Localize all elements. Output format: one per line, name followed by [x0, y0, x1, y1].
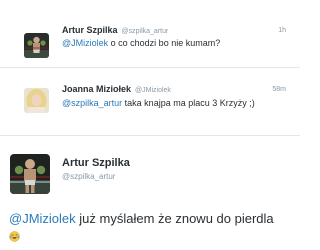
mention-link[interactable]: @szpilka_artur [62, 98, 122, 108]
tweet-author-handle[interactable]: @JMiziolek [135, 87, 171, 94]
tweet-author-handle[interactable]: @szpilka_artur [122, 28, 169, 35]
woman-avatar-icon [24, 88, 49, 113]
main-author-name[interactable]: Artur Szpilka [62, 157, 130, 169]
joanna-avatar[interactable] [24, 88, 49, 113]
tweet-author-name[interactable]: Joanna Miziołek @JMiziolek [62, 84, 171, 94]
thread-tweet-artur[interactable]: Artur Szpilka @szpilka_artur 1h @JMiziole… [0, 0, 300, 68]
tweet-timestamp[interactable]: 58m [272, 86, 286, 93]
artur-avatar[interactable] [24, 33, 49, 58]
tweet-text: @szpilka_artur taka knajpa ma placu 3 Kr… [62, 98, 255, 108]
main-author-handle[interactable]: @szpilka_artur [62, 172, 115, 181]
mention-link[interactable]: @JMiziolek [62, 38, 108, 48]
tweet-body: o co chodzi bo nie kumam? [108, 38, 221, 48]
thread-tweet-joanna[interactable]: Joanna Miziołek @JMiziolek 58m @szpilka_a… [0, 68, 300, 136]
main-tweet-body: już myślałem że znowu do pierdla [75, 211, 274, 226]
tweet-author-name[interactable]: Artur Szpilka @szpilka_artur [62, 25, 168, 35]
tweet-text: @JMiziolek o co chodzi bo nie kumam? [62, 38, 220, 48]
mention-link[interactable]: @JMiziolek [9, 211, 76, 226]
boxer-avatar-icon [10, 154, 50, 194]
main-tweet: Artur Szpilka @szpilka_artur @JMiziolek … [0, 136, 300, 250]
crying-laughing-emoji-icon [9, 229, 20, 242]
main-tweet-text: @JMiziolek już myślałem że znowu do pier… [9, 210, 295, 246]
tweet-body: taka knajpa ma placu 3 Krzyży ;) [122, 98, 255, 108]
boxer-avatar-icon [24, 33, 49, 58]
tweet-timestamp[interactable]: 1h [278, 27, 286, 34]
artur-main-avatar[interactable] [10, 154, 50, 194]
